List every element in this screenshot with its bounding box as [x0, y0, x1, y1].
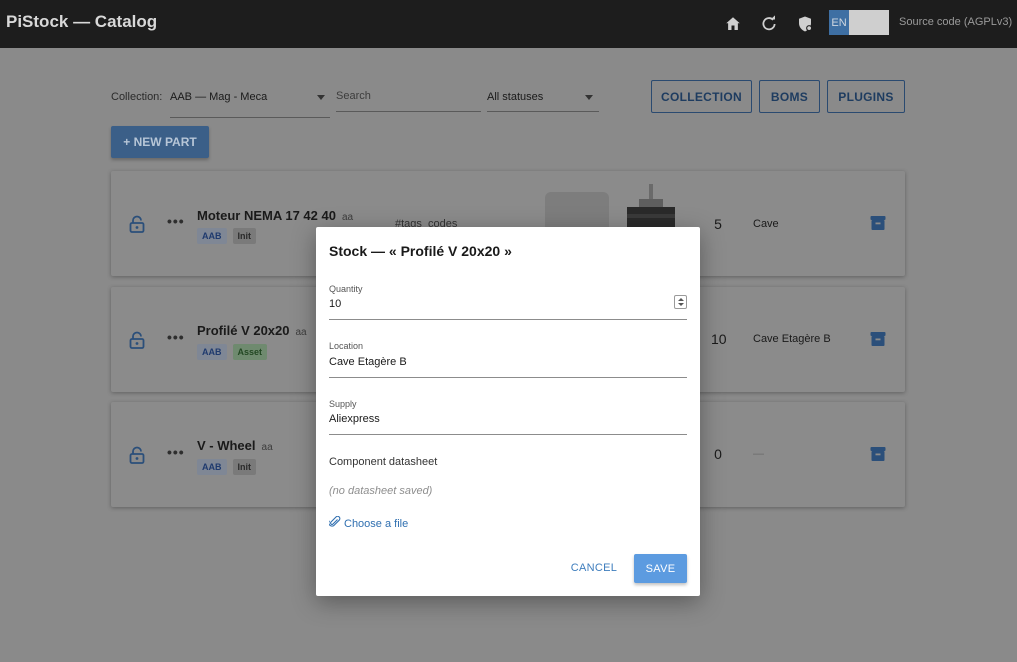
stock-dialog: Stock — « Profilé V 20x20 » Quantity 10 …: [316, 227, 700, 596]
archive-icon[interactable]: [870, 446, 886, 462]
datasheet-label: Component datasheet: [329, 456, 438, 468]
more-options-icon[interactable]: •••: [167, 213, 185, 229]
language-toggle[interactable]: EN: [829, 10, 889, 35]
part-quantity: 10: [711, 331, 727, 347]
archive-icon[interactable]: [870, 215, 886, 231]
cancel-button[interactable]: CANCEL: [564, 554, 624, 582]
part-chips: AAB Init: [197, 459, 256, 475]
collection-value: AAB — Mag - Meca: [170, 91, 268, 103]
status-select[interactable]: All statuses: [487, 82, 599, 112]
collection-chip: AAB: [197, 228, 227, 244]
choose-file-label: Choose a file: [344, 517, 409, 530]
lock-icon[interactable]: [129, 215, 145, 233]
lock-icon[interactable]: [129, 331, 145, 349]
collection-chip: AAB: [197, 459, 227, 475]
part-quantity: 5: [714, 216, 722, 232]
plugins-button[interactable]: PLUGINS: [827, 80, 905, 113]
quantity-value: 10: [329, 298, 342, 310]
collection-chip: AAB: [197, 344, 227, 360]
part-name: Moteur NEMA 17 42 40 aa: [197, 208, 354, 223]
dialog-title: Stock — « Profilé V 20x20 »: [329, 243, 512, 259]
location-value: Cave Etagère B: [329, 356, 407, 368]
refresh-icon[interactable]: [758, 13, 780, 35]
quantity-stepper[interactable]: [674, 295, 687, 309]
language-code: EN: [829, 10, 849, 35]
chevron-down-icon: [317, 95, 325, 100]
status-chip: Asset: [232, 344, 268, 360]
status-value: All statuses: [487, 91, 544, 103]
part-location: —: [753, 448, 764, 460]
status-chip: Init: [232, 228, 256, 244]
home-icon[interactable]: [722, 13, 744, 35]
part-location: Cave: [753, 218, 779, 230]
quantity-label: Quantity: [329, 284, 363, 294]
datasheet-empty-text: (no datasheet saved): [329, 485, 433, 497]
location-label: Location: [329, 341, 364, 351]
more-options-icon[interactable]: •••: [167, 444, 185, 460]
save-button[interactable]: SAVE: [634, 554, 687, 583]
quantity-field[interactable]: Quantity 10: [329, 284, 687, 320]
supply-value: Aliexpress: [329, 413, 380, 425]
collection-button[interactable]: COLLECTION: [651, 80, 752, 113]
lock-icon[interactable]: [129, 446, 145, 464]
boms-button[interactable]: BOMS: [759, 80, 820, 113]
part-location: Cave Etagère B: [753, 333, 831, 345]
new-part-button[interactable]: + NEW PART: [111, 126, 209, 158]
shield-icon[interactable]: [794, 13, 816, 35]
choose-file-link[interactable]: Choose a file: [328, 515, 409, 531]
status-chip: Init: [232, 459, 256, 475]
collection-select[interactable]: AAB — Mag - Meca: [170, 82, 330, 118]
part-quantity: 0: [714, 446, 722, 462]
location-field[interactable]: Location Cave Etagère B: [329, 341, 687, 378]
chevron-down-icon: [585, 95, 593, 100]
part-chips: AAB Init: [197, 228, 256, 244]
collection-label: Collection:: [111, 91, 163, 103]
part-name: V - Wheel aa: [197, 438, 273, 453]
language-toggle-track: [849, 10, 889, 35]
archive-icon[interactable]: [870, 331, 886, 347]
part-name: Profilé V 20x20 aa: [197, 323, 307, 338]
part-chips: AAB Asset: [197, 344, 268, 360]
source-code-link[interactable]: Source code (AGPLv3): [899, 16, 1012, 28]
supply-field[interactable]: Supply Aliexpress: [329, 399, 687, 435]
top-app-bar: PiStock — Catalog EN Source code (AGPLv3…: [0, 0, 1017, 48]
search-placeholder: Search: [336, 90, 371, 102]
app-title: PiStock — Catalog: [6, 12, 158, 31]
search-input[interactable]: Search: [336, 82, 481, 112]
more-options-icon[interactable]: •••: [167, 329, 185, 345]
paperclip-icon: [328, 515, 341, 531]
supply-label: Supply: [329, 399, 357, 409]
